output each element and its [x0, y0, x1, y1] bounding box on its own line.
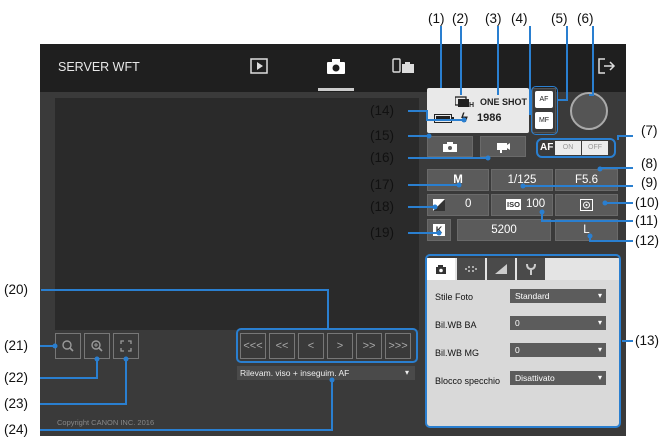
callout-2: (2) — [452, 11, 469, 26]
callout-21: (21) — [4, 338, 29, 353]
callout-3: (3) — [485, 11, 502, 26]
callout-22: (22) — [4, 370, 29, 385]
callout-11: (11) — [635, 213, 659, 228]
callout-12: (12) — [635, 233, 660, 248]
callout-19: (19) — [370, 225, 395, 240]
callout-17: (17) — [370, 177, 395, 192]
callout-1: (1) — [428, 11, 445, 26]
callout-7: (7) — [641, 123, 658, 138]
callout-20: (20) — [4, 282, 29, 297]
callout-13: (13) — [635, 333, 660, 348]
callout-15: (15) — [370, 128, 395, 143]
callout-8: (8) — [641, 156, 658, 171]
callout-5: (5) — [551, 11, 568, 26]
callout-9: (9) — [641, 175, 658, 190]
callout-18: (18) — [370, 199, 395, 214]
callout-24: (24) — [4, 422, 29, 437]
callout-6: (6) — [577, 11, 594, 26]
callout-14: (14) — [370, 103, 395, 118]
callout-23: (23) — [4, 396, 29, 411]
callout-16: (16) — [370, 150, 395, 165]
callout-4: (4) — [511, 11, 528, 26]
callout-leader-lines — [40, 26, 633, 431]
callout-10: (10) — [635, 195, 660, 210]
